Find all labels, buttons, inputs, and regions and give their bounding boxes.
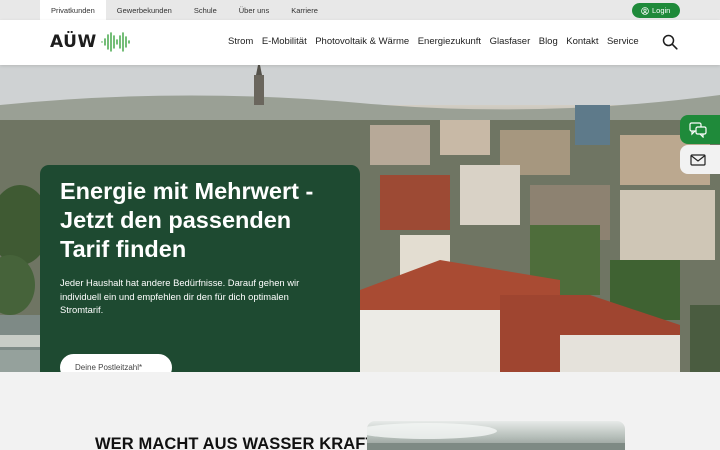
tariff-card: Energie mit Mehrwert - Jetzt den passend… [40, 165, 360, 372]
site-header: AÜW Strom E-Mobilität Photovoltaik & Wär… [0, 20, 720, 65]
login-label: Login [652, 6, 671, 15]
logo[interactable]: AÜW [50, 32, 130, 52]
hero-section: Energie mit Mehrwert - Jetzt den passend… [0, 65, 720, 372]
nav-energiezukunft[interactable]: Energiezukunft [418, 36, 481, 47]
logo-text: AÜW [50, 32, 97, 52]
audience-nav: Privatkunden Gewerbekunden Schule Über u… [40, 0, 329, 20]
search-icon[interactable] [662, 34, 678, 50]
nav-e-mobilitaet[interactable]: E-Mobilität [262, 36, 307, 47]
main-nav: Strom E-Mobilität Photovoltaik & Wärme E… [228, 36, 647, 47]
hero-title: Energie mit Mehrwert - Jetzt den passend… [60, 178, 314, 262]
section-heading: WER MACHT AUS WASSER KRAFT [95, 435, 376, 450]
chat-button[interactable] [680, 115, 720, 144]
chat-bubbles-icon [689, 121, 707, 138]
audience-tab-privatkunden[interactable]: Privatkunden [40, 0, 106, 20]
nav-service[interactable]: Service [607, 36, 639, 47]
mail-icon [690, 153, 706, 166]
postcode-input[interactable]: Deine Postleitzahl* [60, 354, 172, 372]
section-image [367, 421, 625, 450]
audience-tab-schule[interactable]: Schule [183, 0, 228, 20]
mail-button[interactable] [680, 145, 720, 174]
top-bar: Privatkunden Gewerbekunden Schule Über u… [0, 0, 720, 20]
nav-blog[interactable]: Blog [539, 36, 558, 47]
user-icon [641, 6, 649, 15]
content-section: WER MACHT AUS WASSER KRAFT [0, 372, 720, 450]
audience-tab-ueber-uns[interactable]: Über uns [228, 0, 280, 20]
login-button[interactable]: Login [632, 3, 680, 18]
nav-glasfaser[interactable]: Glasfaser [490, 36, 531, 47]
nav-strom[interactable]: Strom [228, 36, 253, 47]
hero-text: Jeder Haushalt hat andere Bedürfnisse. D… [60, 277, 300, 315]
audience-tab-karriere[interactable]: Karriere [280, 0, 329, 20]
wave-bars-icon [101, 32, 130, 52]
nav-photovoltaik-waerme[interactable]: Photovoltaik & Wärme [315, 36, 409, 47]
audience-tab-gewerbekunden[interactable]: Gewerbekunden [106, 0, 183, 20]
nav-kontakt[interactable]: Kontakt [566, 36, 598, 47]
